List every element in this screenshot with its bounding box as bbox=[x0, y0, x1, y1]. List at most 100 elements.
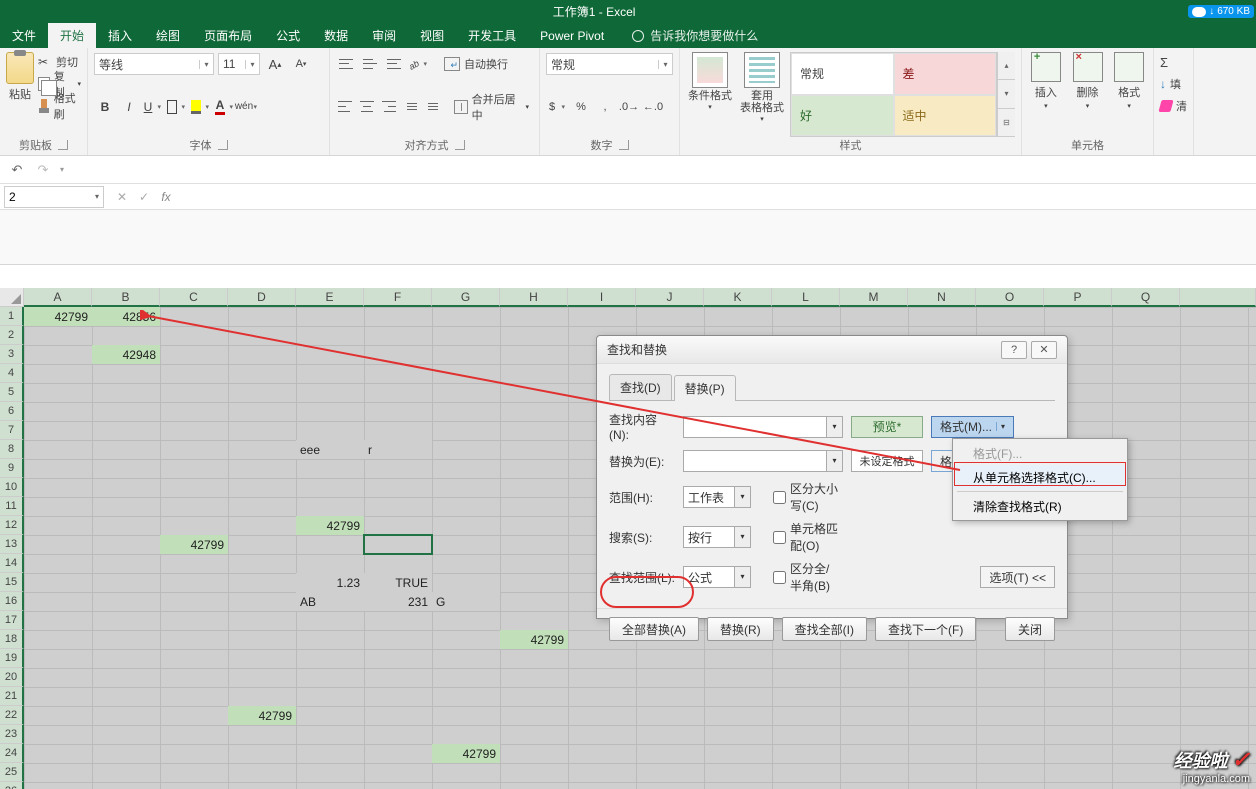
align-right-button[interactable] bbox=[379, 96, 398, 118]
match-width-check[interactable]: 区分全/半角(B) bbox=[773, 560, 839, 594]
align-left-button[interactable] bbox=[336, 96, 355, 118]
number-launcher[interactable] bbox=[619, 140, 629, 150]
cell-B1[interactable]: 42856 bbox=[92, 307, 160, 326]
row-header[interactable]: 14 bbox=[0, 554, 24, 573]
find-input[interactable]: ▾ bbox=[683, 416, 843, 438]
clear-button[interactable]: 清 bbox=[1160, 96, 1187, 116]
row-header[interactable]: 11 bbox=[0, 497, 24, 516]
decrease-decimal-button[interactable]: ←.0 bbox=[642, 96, 664, 118]
decrease-font-button[interactable]: A▾ bbox=[290, 53, 312, 75]
cell-E8[interactable]: eee bbox=[296, 440, 364, 459]
cell-E12[interactable]: 42799 bbox=[296, 516, 364, 535]
tab-dev[interactable]: 开发工具 bbox=[456, 23, 528, 48]
tab-insert[interactable]: 插入 bbox=[96, 23, 144, 48]
row-header[interactable]: 26 bbox=[0, 782, 24, 789]
insert-cells-button[interactable]: 插入▾ bbox=[1028, 52, 1064, 110]
style-neutral[interactable]: 适中 bbox=[894, 95, 997, 137]
align-center-button[interactable] bbox=[357, 96, 376, 118]
help-button[interactable]: ? bbox=[1001, 341, 1027, 359]
cell-F8[interactable]: r bbox=[364, 440, 432, 459]
col-header[interactable]: Q bbox=[1112, 288, 1180, 307]
col-header[interactable]: I bbox=[568, 288, 636, 307]
align-top-button[interactable] bbox=[336, 53, 358, 75]
tab-review[interactable]: 审阅 bbox=[360, 23, 408, 48]
tab-data[interactable]: 数据 bbox=[312, 23, 360, 48]
name-box[interactable]: 2▾ bbox=[4, 186, 104, 208]
cell-A1[interactable]: 42799 bbox=[24, 307, 92, 326]
row-header[interactable]: 6 bbox=[0, 402, 24, 421]
border-button[interactable] bbox=[166, 96, 188, 118]
col-header[interactable]: D bbox=[228, 288, 296, 307]
cell-F16[interactable]: 231 bbox=[364, 592, 432, 611]
menu-format[interactable]: 格式(F)... bbox=[953, 441, 1127, 465]
cell-E16[interactable]: AB bbox=[296, 592, 364, 611]
redo-button[interactable]: ↷ bbox=[34, 161, 52, 179]
cell-G16[interactable]: G bbox=[432, 592, 500, 611]
formula-input[interactable] bbox=[180, 186, 1256, 208]
format-painter-button[interactable]: 格式刷 bbox=[38, 96, 81, 116]
accounting-format-button[interactable]: $ bbox=[546, 96, 568, 118]
fill-button[interactable]: 填 bbox=[1160, 74, 1187, 94]
replace-input[interactable]: ▾ bbox=[683, 450, 843, 472]
align-bottom-button[interactable] bbox=[384, 53, 406, 75]
tab-file[interactable]: 文件 bbox=[0, 23, 48, 48]
match-whole-check[interactable]: 单元格匹配(O) bbox=[773, 520, 839, 554]
orientation-button[interactable] bbox=[408, 53, 430, 75]
phonetic-button[interactable]: wén bbox=[238, 96, 260, 118]
paste-button[interactable]: 粘贴 bbox=[6, 52, 34, 116]
decrease-indent-button[interactable] bbox=[400, 96, 419, 118]
style-bad[interactable]: 差 bbox=[894, 53, 997, 95]
font-color-button[interactable]: A bbox=[214, 96, 236, 118]
row-header[interactable]: 1 bbox=[0, 307, 24, 326]
col-header[interactable]: N bbox=[908, 288, 976, 307]
row-header[interactable]: 12 bbox=[0, 516, 24, 535]
col-header[interactable]: B bbox=[92, 288, 160, 307]
tab-home[interactable]: 开始 bbox=[48, 23, 96, 48]
tab-powerpivot[interactable]: Power Pivot bbox=[528, 23, 616, 48]
col-header[interactable]: J bbox=[636, 288, 704, 307]
col-header[interactable]: C bbox=[160, 288, 228, 307]
cell-F15[interactable]: TRUE bbox=[364, 573, 432, 592]
enter-button[interactable]: ✓ bbox=[134, 190, 154, 204]
row-header[interactable]: 7 bbox=[0, 421, 24, 440]
fill-color-button[interactable] bbox=[190, 96, 212, 118]
number-format-combo[interactable]: 常规▾ bbox=[546, 53, 673, 75]
cell-D22[interactable]: 42799 bbox=[228, 706, 296, 725]
replace-all-button[interactable]: 全部替换(A) bbox=[609, 617, 699, 641]
col-header[interactable] bbox=[1180, 288, 1256, 307]
tab-find[interactable]: 查找(D) bbox=[609, 374, 672, 400]
row-header[interactable]: 9 bbox=[0, 459, 24, 478]
row-header[interactable]: 4 bbox=[0, 364, 24, 383]
format-find-button[interactable]: 格式(M)...▾ bbox=[931, 416, 1014, 438]
tab-formulas[interactable]: 公式 bbox=[264, 23, 312, 48]
increase-decimal-button[interactable]: .0→ bbox=[618, 96, 640, 118]
tab-draw[interactable]: 绘图 bbox=[144, 23, 192, 48]
cell-E15[interactable]: 1.23 bbox=[296, 573, 364, 592]
row-header[interactable]: 18 bbox=[0, 630, 24, 649]
cell-H18[interactable]: 42799 bbox=[500, 630, 568, 649]
gallery-scroll[interactable]: ▴▾⊟ bbox=[997, 52, 1015, 137]
format-cells-button[interactable]: 格式▾ bbox=[1111, 52, 1147, 110]
col-header[interactable]: H bbox=[500, 288, 568, 307]
col-header[interactable]: K bbox=[704, 288, 772, 307]
row-header[interactable]: 8 bbox=[0, 440, 24, 459]
close-window-button[interactable]: ✕ bbox=[1031, 341, 1057, 359]
active-cell[interactable] bbox=[364, 535, 432, 554]
close-button[interactable]: 关闭 bbox=[1005, 617, 1055, 641]
row-header[interactable]: 23 bbox=[0, 725, 24, 744]
menu-clear-format[interactable]: 清除查找格式(R) bbox=[953, 494, 1127, 518]
row-header[interactable]: 13 bbox=[0, 535, 24, 554]
replace-button[interactable]: 替换(R) bbox=[707, 617, 774, 641]
italic-button[interactable]: I bbox=[118, 96, 140, 118]
scope-select[interactable]: 工作表▾ bbox=[683, 486, 751, 508]
col-header[interactable]: A bbox=[24, 288, 92, 307]
col-header[interactable]: G bbox=[432, 288, 500, 307]
clipboard-launcher[interactable] bbox=[58, 140, 68, 150]
bold-button[interactable]: B bbox=[94, 96, 116, 118]
cell-G24[interactable]: 42799 bbox=[432, 744, 500, 763]
percent-button[interactable]: % bbox=[570, 96, 592, 118]
col-header[interactable]: O bbox=[976, 288, 1044, 307]
cell-C13[interactable]: 42799 bbox=[160, 535, 228, 554]
tell-me[interactable]: 告诉我你想要做什么 bbox=[632, 23, 758, 48]
underline-button[interactable]: U bbox=[142, 96, 164, 118]
